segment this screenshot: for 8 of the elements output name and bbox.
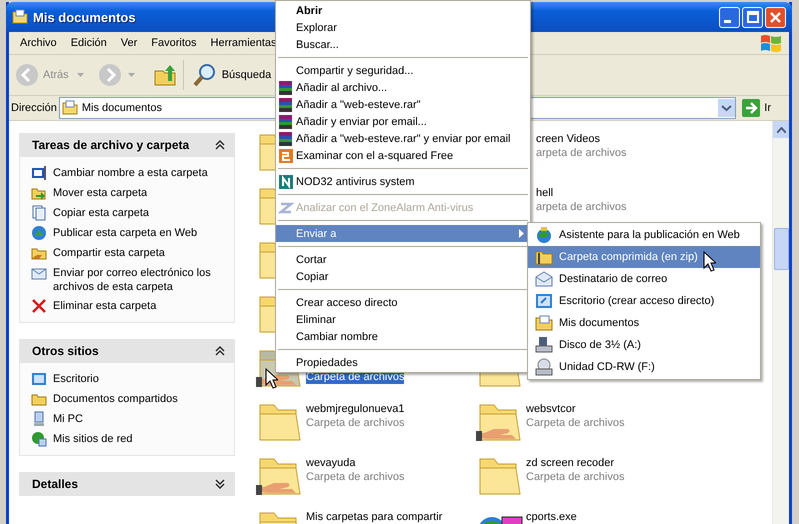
window-title: Mis documentos [33, 10, 136, 24]
address-label: Dirección [11, 102, 57, 114]
file-type: Carpeta de archivos [306, 470, 404, 484]
file-type: Carpeta de archivos [526, 416, 624, 430]
file-type: Carpeta de archivos [526, 470, 624, 484]
file-type: arpeta de archivos [536, 146, 626, 160]
file-type: Carpeta de archivos [306, 416, 404, 430]
file-type: arpeta de archivos [536, 200, 626, 214]
